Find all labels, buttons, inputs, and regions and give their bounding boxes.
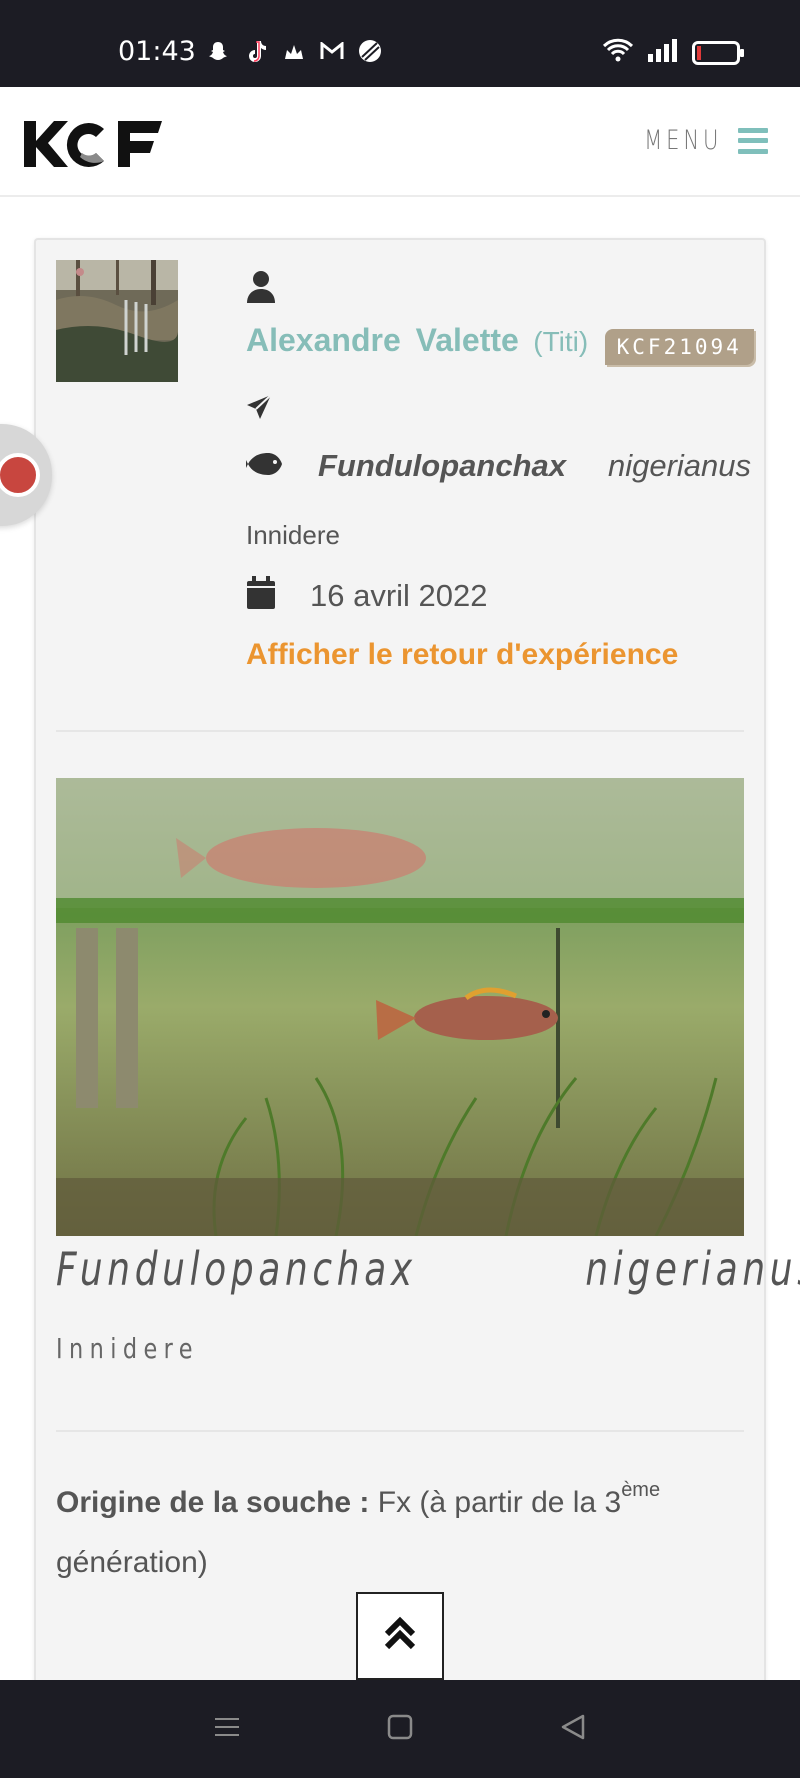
- gmail-icon: [319, 38, 345, 64]
- app-icon: [281, 38, 307, 64]
- scroll-to-top-button[interactable]: [356, 1592, 444, 1680]
- signal-icon: [646, 38, 680, 67]
- caption-genus: Fundulopanchax: [56, 1242, 417, 1296]
- species-genus: Fundulopanchax: [318, 448, 566, 483]
- wifi-icon: [602, 38, 634, 67]
- system-status: [602, 38, 744, 67]
- recent-apps-icon[interactable]: [213, 1713, 241, 1746]
- double-chevron-up-icon: [384, 1616, 416, 1657]
- tomato-icon: [0, 453, 40, 497]
- origin-value-suffix: génération): [56, 1546, 208, 1579]
- breeder-avatar[interactable]: [56, 260, 178, 382]
- status-bar: 01:43: [0, 0, 800, 87]
- home-icon[interactable]: [386, 1713, 414, 1746]
- divider: [56, 1430, 744, 1432]
- species-epithet: nigerianus: [607, 448, 751, 483]
- fish-icon: [244, 451, 286, 482]
- send-message-icon[interactable]: [246, 394, 272, 425]
- record-date: 16 avril 2022: [310, 577, 488, 613]
- kcf-logo[interactable]: [22, 117, 164, 176]
- feedback-link[interactable]: Afficher le retour d'expérience: [246, 638, 678, 672]
- breeder-record-card: Alexandre Valette (Titi) KCF21094 Fundul…: [34, 238, 800, 1778]
- notification-icons: [205, 38, 383, 64]
- caption-epithet: nigerianus: [584, 1242, 800, 1296]
- breeder-name-link[interactable]: Alexandre Valette: [246, 322, 519, 358]
- species-locality: Innidere: [246, 520, 340, 550]
- tiktok-icon: [243, 38, 269, 64]
- origin-label: Origine de la souche :: [56, 1486, 370, 1519]
- back-icon[interactable]: [559, 1713, 587, 1746]
- site-header: MENU: [0, 87, 800, 197]
- photo-caption-species: Fundulopanchax nigerianus: [56, 1242, 800, 1296]
- snapchat-icon: [205, 38, 231, 64]
- strain-origin: Origine de la souche : Fx (à partir de l…: [56, 1473, 744, 1593]
- origin-sup: ème: [621, 1479, 661, 1501]
- species-line: Fundulopanchax nigerianus: [244, 448, 751, 484]
- fish-photo[interactable]: [56, 778, 744, 1236]
- user-icon: [246, 270, 276, 309]
- member-id-badge: KCF21094: [604, 328, 754, 365]
- system-navigation-bar: [0, 1680, 800, 1778]
- breeder-line: Alexandre Valette (Titi) KCF21094: [246, 322, 754, 365]
- hamburger-icon: [738, 127, 768, 154]
- sport-icon: [357, 38, 383, 64]
- photo-caption-locality: Innidere: [56, 1332, 199, 1365]
- breeder-nickname: (Titi): [533, 326, 589, 357]
- calendar-icon: [246, 576, 276, 615]
- origin-value: Fx (à partir de la 3: [377, 1486, 622, 1519]
- divider: [56, 730, 744, 732]
- status-time: 01:43: [118, 36, 196, 67]
- date-line: 16 avril 2022: [246, 576, 488, 615]
- menu-label: MENU: [643, 125, 722, 156]
- menu-button[interactable]: MENU: [622, 125, 768, 156]
- battery-icon: [692, 40, 744, 65]
